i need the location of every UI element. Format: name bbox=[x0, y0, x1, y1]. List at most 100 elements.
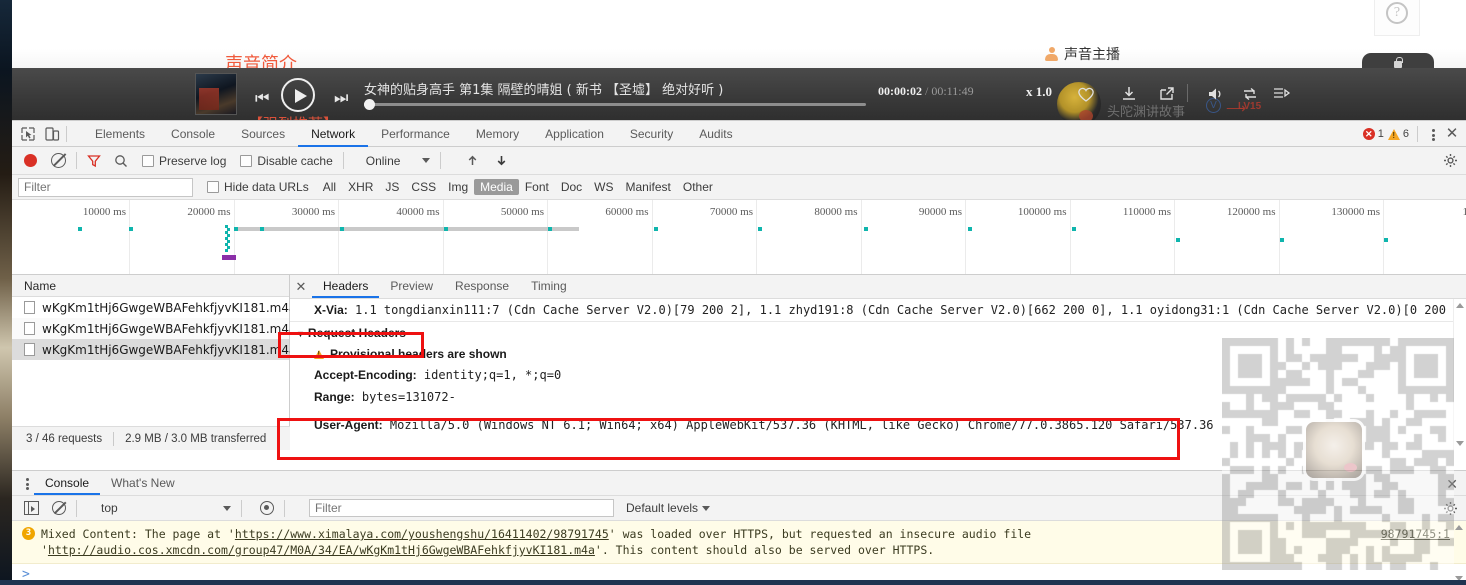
tab-security[interactable]: Security bbox=[617, 121, 686, 147]
throttling-value: Online bbox=[365, 153, 401, 168]
clear-icon[interactable] bbox=[51, 153, 66, 168]
previous-track-icon[interactable]: ⏮ bbox=[255, 90, 269, 108]
console-levels-select[interactable]: Default levels bbox=[626, 501, 711, 515]
tab-console[interactable]: Console bbox=[158, 121, 228, 147]
clear-console-icon[interactable] bbox=[52, 501, 66, 515]
download-icon[interactable] bbox=[1119, 84, 1139, 104]
scroll-down-icon[interactable] bbox=[1456, 441, 1464, 446]
kebab-menu-icon[interactable] bbox=[1426, 126, 1440, 142]
overview-gridline bbox=[547, 200, 548, 274]
file-icon bbox=[24, 301, 35, 314]
type-filter-doc[interactable]: Doc bbox=[555, 179, 588, 195]
album-cover-thumbnail[interactable] bbox=[195, 73, 237, 115]
tab-response[interactable]: Response bbox=[444, 275, 520, 298]
help-button[interactable]: ? bbox=[1374, 0, 1420, 36]
page-url-link[interactable]: https://www.ximalaya.com/youshengshu/164… bbox=[235, 527, 609, 541]
type-filter-ws[interactable]: WS bbox=[588, 179, 619, 195]
disable-cache-checkbox[interactable]: Disable cache bbox=[240, 154, 333, 168]
seek-bar[interactable] bbox=[364, 99, 866, 110]
warning-count-chip[interactable]: 6 bbox=[1387, 128, 1409, 140]
audio-url-link-cont[interactable]: 6GwgeWBAFehkfjyvKI181.m4a bbox=[422, 543, 595, 557]
chevron-down-icon bbox=[422, 158, 431, 163]
next-track-icon[interactable]: ⏭ bbox=[334, 90, 348, 108]
detail-scrollbar[interactable] bbox=[1453, 299, 1466, 450]
seek-handle[interactable] bbox=[364, 99, 375, 110]
tab-headers[interactable]: Headers bbox=[312, 275, 379, 298]
network-filter-input[interactable] bbox=[18, 177, 193, 197]
gear-icon[interactable] bbox=[1443, 153, 1458, 168]
import-har-icon[interactable] bbox=[465, 153, 480, 168]
overview-tick-label: 20000 ms bbox=[187, 206, 231, 218]
scroll-up-icon[interactable] bbox=[1455, 525, 1463, 530]
table-row[interactable]: wKgKm1tHj6GwgeWBAFehkfjyvKI181.m4a bbox=[12, 297, 296, 318]
console-context-select[interactable]: top bbox=[101, 501, 231, 515]
detail-tabbar: ✕ Headers Preview Response Timing bbox=[290, 275, 1466, 299]
search-icon[interactable] bbox=[114, 154, 128, 168]
request-headers-section[interactable]: ▼ Request Headers bbox=[290, 322, 1466, 344]
gear-icon[interactable] bbox=[1443, 501, 1458, 516]
hide-data-urls-checkbox[interactable]: Hide data URLs bbox=[207, 180, 309, 194]
tab-performance[interactable]: Performance bbox=[368, 121, 463, 147]
checkbox[interactable] bbox=[142, 154, 154, 167]
export-har-icon[interactable] bbox=[494, 153, 509, 168]
checkbox[interactable] bbox=[207, 181, 219, 193]
type-filter-all[interactable]: All bbox=[317, 179, 342, 195]
audio-url-link[interactable]: http://audio.cos.xmcdn.com/group47/M0A/3… bbox=[48, 543, 422, 557]
close-icon[interactable]: ✕ bbox=[1446, 476, 1458, 493]
console-filter-input[interactable] bbox=[309, 499, 614, 517]
table-row[interactable]: wKgKm1tHj6GwgeWBAFehkfjyvKI181.m4a bbox=[12, 318, 296, 339]
record-icon[interactable] bbox=[24, 154, 37, 167]
tab-sources[interactable]: Sources bbox=[228, 121, 298, 147]
overview-request-marker bbox=[1280, 238, 1284, 242]
type-filter-js[interactable]: JS bbox=[379, 179, 405, 195]
type-filter-manifest[interactable]: Manifest bbox=[620, 179, 677, 195]
tab-memory[interactable]: Memory bbox=[463, 121, 532, 147]
close-icon[interactable]: ✕ bbox=[290, 279, 312, 295]
headers-content: X-Via: 1.1 tongdianxin111:7 (Cdn Cache S… bbox=[290, 299, 1466, 450]
overview-request-marker bbox=[548, 227, 552, 231]
tab-application[interactable]: Application bbox=[532, 121, 617, 147]
type-filter-css[interactable]: CSS bbox=[405, 179, 442, 195]
table-row[interactable]: wKgKm1tHj6GwgeWBAFehkfjyvKI181.m4a bbox=[12, 339, 296, 360]
filter-funnel-icon[interactable] bbox=[87, 154, 101, 168]
tab-preview[interactable]: Preview bbox=[379, 275, 444, 298]
close-icon[interactable]: ✕ bbox=[1444, 126, 1460, 142]
play-icon[interactable] bbox=[281, 78, 315, 112]
repeat-icon[interactable] bbox=[1240, 84, 1260, 104]
type-filter-other[interactable]: Other bbox=[677, 179, 719, 195]
tab-audits[interactable]: Audits bbox=[686, 121, 745, 147]
type-filter-xhr[interactable]: XHR bbox=[342, 179, 379, 195]
request-column-header[interactable]: Name bbox=[12, 275, 289, 297]
type-filter-media[interactable]: Media bbox=[474, 179, 519, 195]
network-overview-timeline[interactable]: 10000 ms 20000 ms 30000 ms 40000 ms 50000 ms… bbox=[12, 200, 1466, 275]
throttling-select[interactable]: Online bbox=[366, 154, 431, 168]
type-filter-img[interactable]: Img bbox=[442, 179, 474, 195]
error-count-chip[interactable]: ✕ 1 bbox=[1362, 128, 1384, 140]
tab-elements[interactable]: Elements bbox=[82, 121, 158, 147]
overview-request-marker bbox=[225, 249, 228, 252]
tab-network[interactable]: Network bbox=[298, 121, 368, 147]
network-toolbar: Preserve log Disable cache Online bbox=[12, 147, 1466, 175]
scroll-up-icon[interactable] bbox=[1456, 303, 1464, 308]
volume-icon[interactable] bbox=[1206, 84, 1226, 104]
playlist-icon[interactable] bbox=[1271, 84, 1291, 104]
drawer-tab-whats-new[interactable]: What's New bbox=[100, 471, 186, 495]
overview-request-marker bbox=[1176, 238, 1180, 242]
device-toolbar-icon[interactable] bbox=[44, 126, 60, 142]
checkbox[interactable] bbox=[240, 154, 253, 167]
playback-speed[interactable]: x 1.0 bbox=[1026, 84, 1052, 100]
drawer-tab-console[interactable]: Console bbox=[34, 471, 100, 495]
console-sidebar-icon[interactable] bbox=[24, 501, 39, 515]
console-scrollbar[interactable] bbox=[1453, 521, 1466, 585]
kebab-menu-icon[interactable] bbox=[20, 475, 34, 491]
inspect-element-icon[interactable] bbox=[20, 126, 36, 142]
type-filter-font[interactable]: Font bbox=[519, 179, 555, 195]
open-external-icon[interactable] bbox=[1157, 84, 1177, 104]
heart-icon[interactable] bbox=[1076, 84, 1096, 104]
msg-part-1: Mixed Content: The page at ' bbox=[41, 527, 235, 541]
console-source-location[interactable]: 98791745:1 bbox=[1381, 526, 1450, 542]
preserve-log-checkbox[interactable]: Preserve log bbox=[142, 154, 226, 168]
console-warning-message[interactable]: 3 Mixed Content: The page at 'https://ww… bbox=[12, 521, 1466, 564]
tab-timing[interactable]: Timing bbox=[520, 275, 578, 298]
live-expression-icon[interactable] bbox=[260, 501, 274, 515]
